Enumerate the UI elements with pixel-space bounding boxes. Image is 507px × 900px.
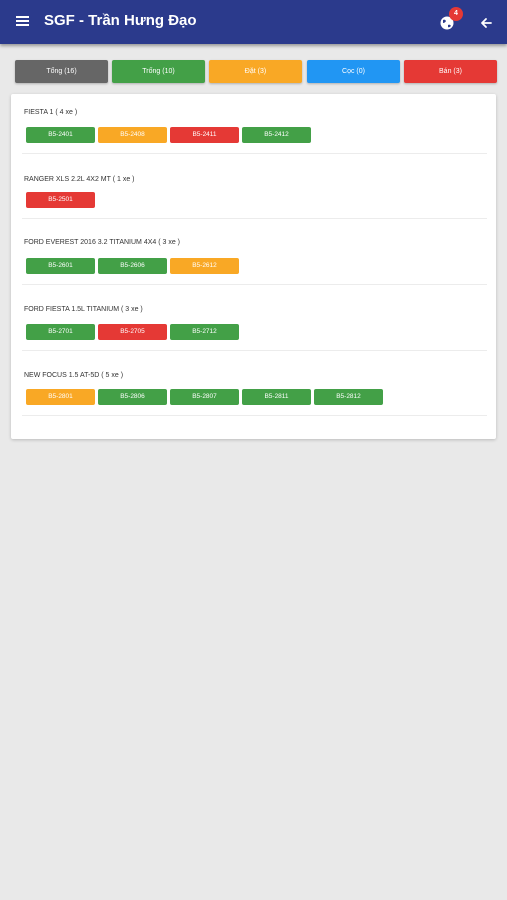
app-bar: SGF - Trần Hưng Đạo 4: [0, 0, 507, 44]
unit-chip[interactable]: B5-2812: [314, 389, 383, 405]
model-title: FORD FIESTA 1.5L TITANIUM ( 3 xe ): [24, 306, 143, 313]
unit-chip[interactable]: B5-2412: [242, 127, 311, 143]
page-title: SGF - Trần Hưng Đạo: [44, 12, 197, 29]
divider: [22, 218, 487, 219]
unit-chip[interactable]: B5-2801: [26, 389, 95, 405]
unit-chip[interactable]: B5-2601: [26, 258, 95, 274]
filter-sold-tab[interactable]: Bán (3): [404, 60, 497, 83]
unit-chip[interactable]: B5-2701: [26, 324, 95, 340]
unit-chip[interactable]: B5-2612: [170, 258, 239, 274]
divider: [22, 350, 487, 351]
unit-chip[interactable]: B5-2811: [242, 389, 311, 405]
unit-chip[interactable]: B5-2411: [170, 127, 239, 143]
status-filter-bar: Tổng (16) Trống (10) Đặt (3) Cọc (0) Bán…: [15, 60, 497, 83]
inventory-card: FIESTA 1 ( 4 xe ) B5-2401 B5-2408 B5-241…: [11, 94, 496, 439]
divider: [22, 284, 487, 285]
menu-icon[interactable]: [16, 16, 29, 26]
unit-chip[interactable]: B5-2712: [170, 324, 239, 340]
unit-chip[interactable]: B5-2807: [170, 389, 239, 405]
divider: [22, 153, 487, 154]
filter-total-tab[interactable]: Tổng (16): [15, 60, 108, 83]
unit-chip[interactable]: B5-2501: [26, 192, 95, 208]
filter-available-tab[interactable]: Trống (10): [112, 60, 205, 83]
filter-reserved-tab[interactable]: Đặt (3): [209, 60, 302, 83]
unit-chip[interactable]: B5-2606: [98, 258, 167, 274]
back-arrow-icon[interactable]: [478, 15, 494, 31]
model-title: RANGER XLS 2.2L 4X2 MT ( 1 xe ): [24, 176, 135, 183]
notification-badge: 4: [449, 7, 463, 21]
unit-chip[interactable]: B5-2705: [98, 324, 167, 340]
unit-chip[interactable]: B5-2401: [26, 127, 95, 143]
filter-deposit-tab[interactable]: Cọc (0): [307, 60, 400, 83]
model-title: FORD EVEREST 2016 3.2 TITANIUM 4X4 ( 3 x…: [24, 239, 180, 246]
model-title: NEW FOCUS 1.5 AT-5D ( 5 xe ): [24, 372, 124, 379]
unit-chip[interactable]: B5-2806: [98, 389, 167, 405]
model-title: FIESTA 1 ( 4 xe ): [24, 109, 78, 116]
unit-chip[interactable]: B5-2408: [98, 127, 167, 143]
divider: [22, 415, 487, 416]
